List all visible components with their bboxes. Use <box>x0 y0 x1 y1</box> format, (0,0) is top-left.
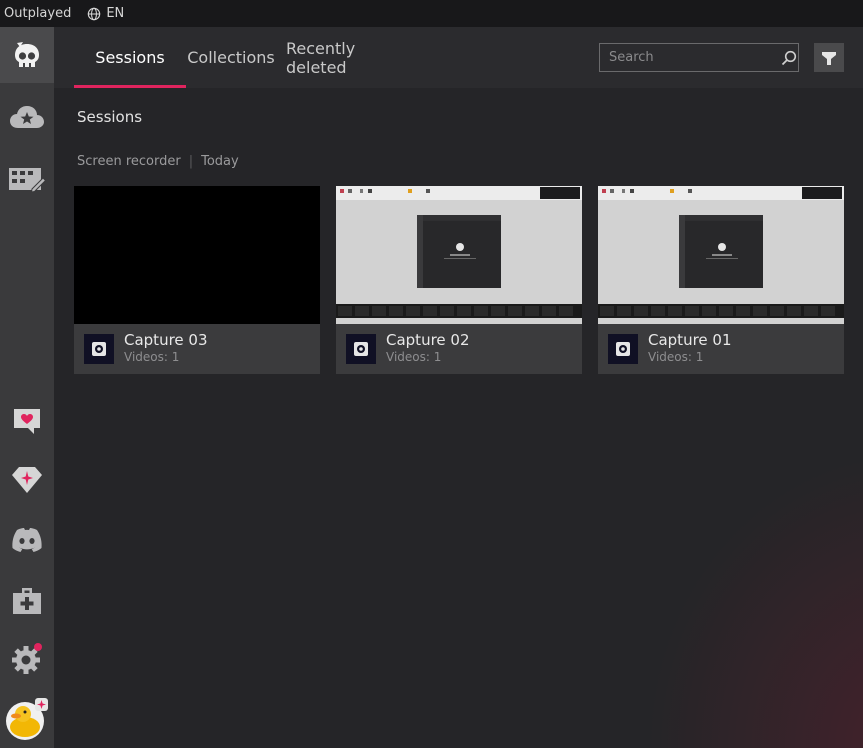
card-title: Capture 02 <box>386 331 470 349</box>
discord-icon <box>12 528 42 552</box>
screen-recorder-icon <box>354 342 368 356</box>
filter-button[interactable] <box>814 43 844 72</box>
search-button[interactable] <box>779 44 798 71</box>
date-label: Today <box>201 154 239 169</box>
nav-premium[interactable] <box>0 451 54 507</box>
heart-chat-icon <box>14 409 40 434</box>
duck-avatar-icon <box>6 698 48 740</box>
nav-settings[interactable] <box>0 631 54 687</box>
section-subtitle: Screen recorder | Today <box>77 154 239 169</box>
window-titlebar: Outplayed EN <box>0 0 863 27</box>
card-video-count: Videos: 1 <box>648 350 704 364</box>
first-aid-kit-icon <box>13 588 41 614</box>
search-input[interactable] <box>600 44 779 71</box>
search-icon <box>781 50 796 65</box>
gem-icon <box>12 467 42 493</box>
clapper-edit-icon <box>9 168 46 193</box>
tab-sessions[interactable]: Sessions <box>74 27 186 88</box>
card-footer: Capture 01 Videos: 1 <box>598 324 844 374</box>
card-video-count: Videos: 1 <box>124 350 180 364</box>
skull-logo-icon <box>15 42 39 67</box>
screen-recorder-icon <box>92 342 106 356</box>
nav-feedback[interactable] <box>0 393 54 449</box>
subtitle-divider: | <box>188 154 194 169</box>
search-box <box>599 43 799 72</box>
section-title: Sessions <box>77 108 143 126</box>
side-nav-rail <box>0 27 54 748</box>
tab-bar: Sessions Collections Recently deleted <box>54 27 863 88</box>
tab-recently-deleted[interactable]: Recently deleted <box>286 27 414 88</box>
nav-editor[interactable] <box>0 151 54 207</box>
card-source-icon <box>84 334 114 364</box>
card-footer: Capture 02 Videos: 1 <box>336 324 582 374</box>
card-title: Capture 03 <box>124 331 208 349</box>
user-avatar[interactable] <box>0 691 54 747</box>
language-selector[interactable]: EN <box>87 6 124 21</box>
filter-icon <box>822 51 836 65</box>
main-content: Sessions Collections Recently deleted Se… <box>54 27 863 748</box>
card-thumbnail <box>336 186 582 324</box>
screen-recorder-icon <box>616 342 630 356</box>
card-title: Capture 01 <box>648 331 732 349</box>
language-label: EN <box>106 6 125 21</box>
card-video-count: Videos: 1 <box>386 350 442 364</box>
session-card[interactable]: Capture 02 Videos: 1 <box>336 186 582 374</box>
card-thumbnail <box>74 186 320 324</box>
tab-collections[interactable]: Collections <box>176 27 286 88</box>
settings-gear-icon <box>12 643 42 674</box>
card-source-icon <box>608 334 638 364</box>
session-card[interactable]: Capture 03 Videos: 1 <box>74 186 320 374</box>
session-card[interactable]: Capture 01 Videos: 1 <box>598 186 844 374</box>
app-screenshot-preview <box>598 186 844 324</box>
app-name: Outplayed <box>4 6 72 21</box>
nav-cloud[interactable] <box>0 89 54 145</box>
globe-icon <box>88 7 101 20</box>
card-thumbnail <box>598 186 844 324</box>
nav-discord[interactable] <box>0 512 54 568</box>
source-label: Screen recorder <box>77 154 181 169</box>
card-source-icon <box>346 334 376 364</box>
nav-home-logo[interactable] <box>0 27 54 83</box>
card-footer: Capture 03 Videos: 1 <box>74 324 320 374</box>
app-screenshot-preview <box>336 186 582 324</box>
cloud-star-icon <box>10 106 44 128</box>
nav-support[interactable] <box>0 573 54 629</box>
